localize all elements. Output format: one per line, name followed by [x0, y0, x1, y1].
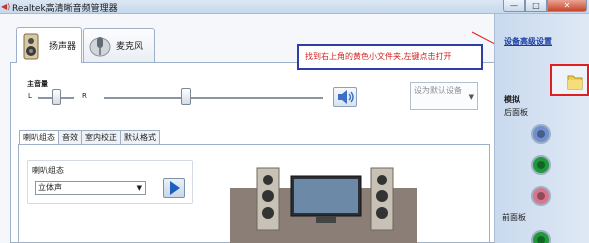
speaker-subtabs: 喇叭组态 音效 室内校正 默认格式: [19, 130, 160, 145]
microphone-icon: [88, 33, 112, 59]
instruction-callout: 找到右上角的黄色小文件夹,左键点击打开: [297, 44, 483, 70]
maximize-button[interactable]: □: [525, 0, 547, 12]
speaker-volume-icon: [334, 90, 356, 109]
green-jack[interactable]: [531, 155, 551, 175]
window-title: Realtek高清晰音频管理器: [12, 4, 118, 14]
advanced-settings-link[interactable]: 设备高级设置: [504, 36, 552, 47]
subtab-default-format[interactable]: 默认格式: [120, 130, 160, 144]
set-default-device-label: 设为默认设备: [414, 86, 462, 95]
tab-speaker[interactable]: 扬声器: [16, 27, 82, 63]
speaker-config-select[interactable]: 立体声 ▼: [35, 181, 146, 195]
subtab-room-correction[interactable]: 室内校正: [81, 130, 121, 144]
balance-slider-thumb[interactable]: [52, 89, 61, 105]
subtab-sound-effects[interactable]: 音效: [58, 130, 82, 144]
speaker-setup-illustration: [256, 167, 394, 231]
volume-slider-thumb[interactable]: [181, 88, 191, 105]
tab-microphone[interactable]: 麦克风: [83, 28, 155, 62]
mute-button[interactable]: [333, 87, 357, 107]
front-panel-label: 前面板: [502, 213, 526, 222]
subtab-speaker-config[interactable]: 喇叭组态: [19, 130, 59, 145]
speaker-config-value: 立体声: [38, 183, 62, 192]
chevron-down-icon: ▼: [136, 184, 142, 192]
pink-jack[interactable]: [531, 186, 551, 206]
chevron-down-icon: ▼: [468, 93, 474, 101]
folder-icon[interactable]: [552, 75, 587, 97]
volume-slider-track[interactable]: [104, 97, 323, 99]
folder-highlight[interactable]: [550, 64, 589, 96]
analog-label: 模拟: [504, 95, 520, 104]
speaker-icon: [21, 33, 45, 59]
app-icon: ◀): [1, 2, 11, 11]
minimize-button[interactable]: —: [503, 0, 525, 12]
blue-jack[interactable]: [531, 124, 551, 144]
balance-left-label: L: [28, 92, 32, 100]
rear-panel-label: 后面板: [504, 108, 528, 117]
speaker-config-group-label: 喇叭组态: [32, 166, 64, 175]
balance-right-label: R: [82, 92, 87, 100]
play-icon: [164, 181, 184, 200]
tab-speaker-label: 扬声器: [49, 42, 77, 52]
tab-microphone-label: 麦克风: [116, 42, 144, 52]
set-default-device-dropdown[interactable]: 设为默认设备 ▼: [410, 82, 478, 110]
front-green-jack[interactable]: [531, 230, 551, 243]
close-button[interactable]: ✕: [547, 0, 587, 12]
main-volume-label: 主音量: [27, 80, 48, 88]
play-test-button[interactable]: [163, 178, 185, 198]
title-bar: ◀) Realtek高清晰音频管理器 — □ ✕: [0, 0, 589, 14]
